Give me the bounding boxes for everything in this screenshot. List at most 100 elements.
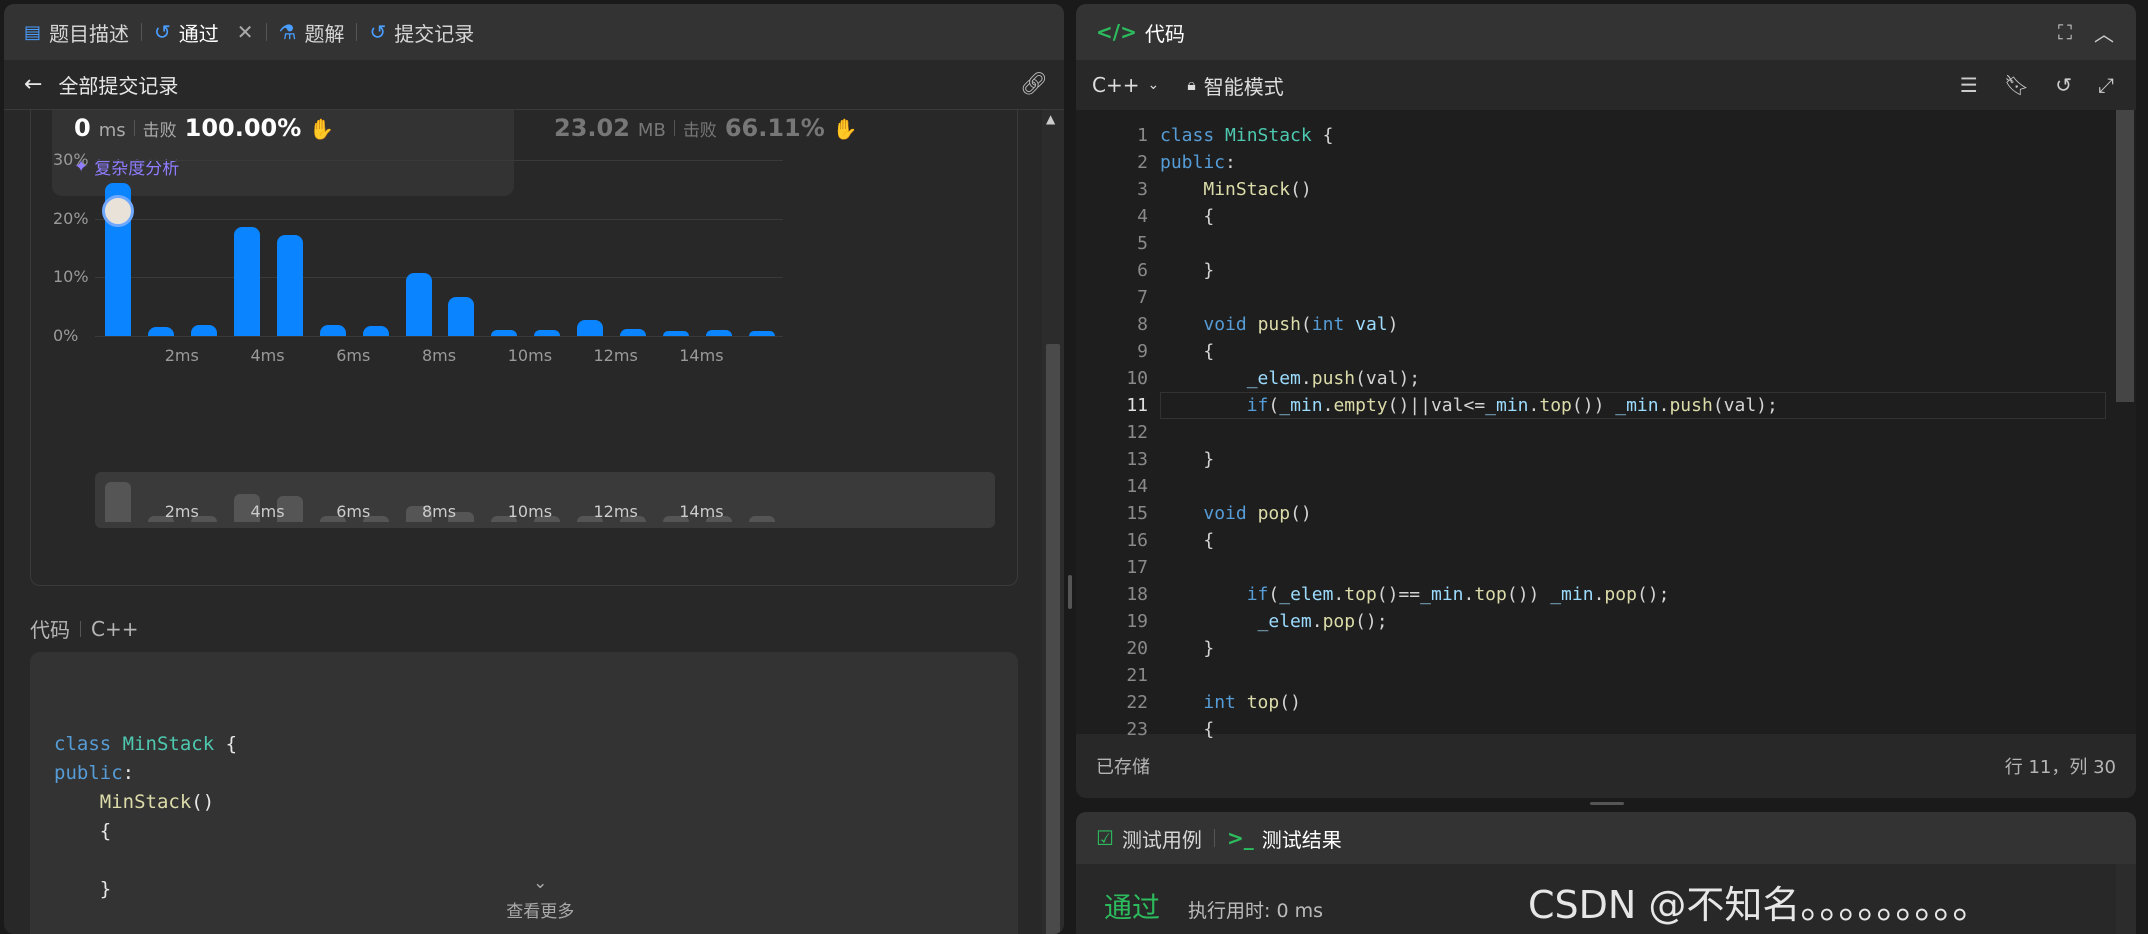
reset-icon[interactable]: ↺ [2055,73,2072,97]
bar-10ms[interactable] [534,330,561,336]
flask-icon: ⚗ [278,20,297,44]
left-scrollbar-thumb[interactable] [1046,344,1060,934]
code-editor[interactable]: 1 2 3 4 5 6 7 8 9 10 11 12 13 14 15 16 17 18 19 20 21 22 23 cl… [1076,110,2136,740]
line-number: 5 [1137,233,1148,254]
editor-code[interactable]: class MinStack { public: MinStack() { } … [1160,122,1778,743]
horizontal-splitter[interactable] [1590,802,1624,805]
line-number: 19 [1126,611,1148,632]
save-status: 已存储 [1096,757,1150,778]
submissions-header: ← 全部提交记录 🔗︎ [4,60,1064,110]
language-select[interactable]: C++ ⌄ [1092,73,1159,97]
x-tick-label: 4ms [250,346,285,365]
bar-2ms[interactable] [191,325,218,336]
bar-3ms[interactable] [234,227,261,336]
gridline [95,160,783,161]
chevron-up-icon[interactable]: ︿ [2094,18,2114,47]
x-tick-label: 6ms [336,346,371,365]
scroll-up-arrow-icon[interactable]: ▲ [1046,112,1055,126]
line-number: 4 [1137,206,1148,227]
line-number: 1 [1137,125,1148,146]
line-number: 18 [1126,584,1148,605]
line-number: 11 [1126,395,1148,416]
line-number-gutter: 1 2 3 4 5 6 7 8 9 10 11 12 13 14 15 16 17 18 19 20 21 22 23 [1076,122,1148,743]
test-scrollbar-track[interactable] [2116,864,2136,934]
code-line: MinStack() [99,791,215,813]
line-number: 3 [1137,179,1148,200]
line-number: 13 [1126,449,1148,470]
tab-submissions[interactable]: ↺ 提交记录 [369,18,474,47]
bar-8ms[interactable] [448,296,475,336]
fullscreen-icon[interactable]: ⛶ [2058,20,2072,44]
close-icon[interactable]: ✕ [237,20,254,44]
checkbox-icon: ☑ [1096,826,1114,850]
see-more-button[interactable]: ⌄ 查看更多 [30,840,1018,934]
vertical-splitter[interactable] [1068,575,1072,609]
bar-4ms[interactable] [276,235,303,336]
line-number: 15 [1126,503,1148,524]
minimap-tick-label: 14ms [679,502,724,521]
bar-1ms[interactable] [148,327,175,336]
tab-test-result[interactable]: >_ 测试结果 [1227,824,1342,853]
left-tabbar: ▤ 题目描述 ↺ 通过 ✕ ⚗ 题解 ↺ 提交记录 [4,4,1064,60]
left-panel: ▤ 题目描述 ↺ 通过 ✕ ⚗ 题解 ↺ 提交记录 ← 全部提交记录 🔗︎ 0 … [4,4,1064,934]
smart-mode-toggle[interactable]: 🔒︎ 智能模式 [1187,71,1284,100]
line-number: 14 [1126,476,1148,497]
code-editor-panel: </> 代码 ⛶ ︿ C++ ⌄ 🔒︎ 智能模式 ☰ 🔖︎ ↺ ⤢ 123456… [1076,4,2136,798]
y-tick-label: 0% [53,326,79,345]
bar-5ms[interactable] [319,324,346,336]
x-tick-label: 8ms [422,346,457,365]
line-number: 8 [1137,314,1148,335]
test-panel: ☑ 测试用例 >_ 测试结果 通过 执行用时: 0 ms CSDN @不知名。。… [1076,812,2136,934]
line-number: 2 [1137,152,1148,173]
line-number: 12 [1126,422,1148,443]
line-number: 10 [1126,368,1148,389]
minimap-tick-label: 2ms [164,502,199,521]
bar-11ms[interactable] [577,319,604,336]
line-number: 7 [1137,287,1148,308]
editor-statusbar: 已存储 行 11，列 30 [1076,734,2136,798]
bar-14ms[interactable] [705,330,732,336]
watermark: CSDN @不知名。。。。。。。。。 [1528,883,1991,927]
line-number: 17 [1126,557,1148,578]
back-arrow-icon[interactable]: ← [24,72,42,97]
link-icon[interactable]: 🔗︎ [1020,72,1048,97]
result-runtime: 执行用时: 0 ms [1188,900,1323,922]
line-number: 9 [1137,341,1148,362]
tab-testcase[interactable]: ☑ 测试用例 [1096,824,1202,853]
chevron-down-icon: ⌄ [1147,77,1160,93]
test-tabbar: ☑ 测试用例 >_ 测试结果 [1076,812,2136,864]
minimap-tick-label: 8ms [422,502,457,521]
tab-solutions[interactable]: ⚗ 题解 [279,18,345,47]
minimap-bar [748,516,775,522]
bar-9ms[interactable] [491,330,518,336]
minimap-tick-label: 12ms [593,502,638,521]
minimap-tick-label: 4ms [250,502,285,521]
document-icon: ▤ [24,21,42,43]
line-number: 6 [1137,260,1148,281]
bar-7ms[interactable] [405,273,432,336]
code-line: class MinStack { [54,733,238,755]
line-number: 21 [1126,665,1148,686]
editor-scrollbar-thumb[interactable] [2116,110,2134,402]
bar-6ms[interactable] [362,326,389,336]
format-icon[interactable]: ☰ [1960,73,1978,97]
all-submissions-link[interactable]: 全部提交记录 [58,70,178,99]
code-icon: </> [1096,20,1137,44]
y-tick-label: 10% [53,267,89,287]
bar-15ms[interactable] [748,330,775,336]
code-section-label: 代码 C++ [30,616,139,643]
code-language: C++ [91,616,139,641]
tab-accepted[interactable]: ↺ 通过 ✕ [154,18,254,47]
tab-description[interactable]: ▤ 题目描述 [24,18,129,47]
cursor-position: 行 11，列 30 [2004,757,2116,778]
bar-12ms[interactable] [619,328,646,336]
expand-icon[interactable]: ⤢ [2098,73,2114,97]
editor-tabbar: </> 代码 ⛶ ︿ [1076,4,2136,60]
line-number: 20 [1126,638,1148,659]
bookmark-icon[interactable]: 🔖︎ [2004,73,2029,97]
bar-13ms[interactable] [662,330,689,336]
minimap-bar [105,482,132,522]
tab-code[interactable]: </> 代码 [1096,18,1185,47]
minimap-tick-label: 10ms [507,502,553,521]
lock-icon: 🔒︎ [1187,75,1196,94]
